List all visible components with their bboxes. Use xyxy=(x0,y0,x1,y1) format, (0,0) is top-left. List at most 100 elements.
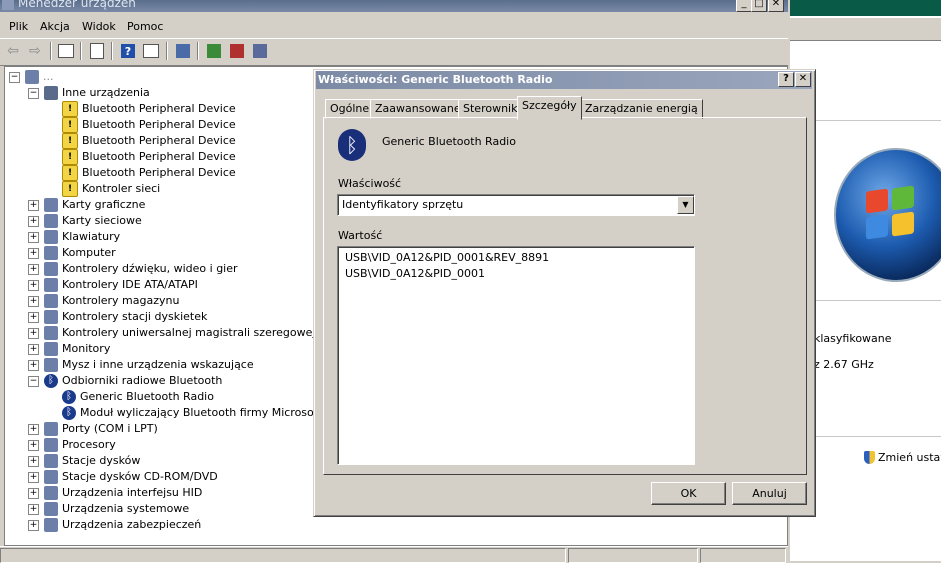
tree-item[interactable]: + Monitory xyxy=(28,341,110,357)
property-select[interactable]: Identyfikatory sprzętu xyxy=(337,194,695,216)
list-item[interactable]: USB\VID_0A12&PID_0001&REV_8891 xyxy=(345,251,549,264)
tree-root[interactable]: − ... xyxy=(9,69,54,85)
monitor-icon xyxy=(44,342,58,356)
tree-item[interactable]: ᛒ Moduł wyliczający Bluetooth firmy Micro… xyxy=(47,405,322,421)
expand-icon[interactable]: + xyxy=(28,263,39,275)
expand-icon[interactable]: + xyxy=(28,279,39,291)
dialog-close-button[interactable]: ✕ xyxy=(795,72,811,87)
change-settings-link[interactable]: Zmień ustawi xyxy=(864,451,941,464)
disable-icon xyxy=(253,44,267,58)
tree-item[interactable]: − Inne urządzenia xyxy=(28,85,150,101)
expand-icon[interactable]: + xyxy=(28,327,39,339)
view-button[interactable] xyxy=(142,42,160,60)
tree-item-label: Bluetooth Peripheral Device xyxy=(82,102,236,115)
tree-item[interactable]: + Karty graficzne xyxy=(28,197,145,213)
computer-icon xyxy=(25,70,39,84)
tree-item[interactable]: + Mysz i inne urządzenia wskazujące xyxy=(28,357,254,373)
tree-item[interactable]: − ᛒ Odbiorniki radiowe Bluetooth xyxy=(28,373,222,389)
forward-button[interactable]: ⇨ xyxy=(26,42,44,60)
tree-item[interactable]: ! Bluetooth Peripheral Device xyxy=(47,101,236,117)
dialog-titlebar: Właściwości: Generic Bluetooth Radio xyxy=(316,71,812,89)
tab-szczegoly[interactable]: Szczegóły xyxy=(517,96,582,120)
back-button[interactable]: ⇦ xyxy=(4,42,22,60)
tree-item[interactable]: + Komputer xyxy=(28,245,116,261)
ok-button[interactable]: OK xyxy=(651,482,726,505)
tree-item[interactable]: + Procesory xyxy=(28,437,116,453)
tree-item-label: Karty sieciowe xyxy=(62,214,142,227)
tab-ogolne[interactable]: Ogólne xyxy=(325,99,375,119)
list-item[interactable]: USB\VID_0A12&PID_0001 xyxy=(345,267,485,280)
tree-item[interactable]: + Urządzenia systemowe xyxy=(28,501,189,517)
tree-item[interactable]: + Stacje dysków xyxy=(28,453,140,469)
warning-device-icon: ! xyxy=(62,101,78,117)
tree-item[interactable]: + Kontrolery uniwersalnej magistrali szer… xyxy=(28,325,315,341)
tree-item-label: Kontrolery dźwięku, wideo i gier xyxy=(62,262,238,275)
warning-device-icon: ! xyxy=(62,117,78,133)
chevron-down-icon[interactable]: ▼ xyxy=(677,196,694,214)
show-hide-tree-button[interactable] xyxy=(57,42,75,60)
close-button[interactable]: ✕ xyxy=(768,0,784,12)
tree-item[interactable]: ! Bluetooth Peripheral Device xyxy=(47,165,236,181)
expand-icon[interactable]: + xyxy=(28,519,39,531)
collapse-icon[interactable]: − xyxy=(9,71,20,83)
scan-hardware-button[interactable] xyxy=(174,42,192,60)
tab-zarzadzanie-energia[interactable]: Zarządzanie energią xyxy=(580,99,703,119)
properties-button[interactable] xyxy=(88,42,106,60)
uninstall-icon xyxy=(230,44,244,58)
menu-akcja[interactable]: Akcja xyxy=(40,20,70,33)
collapse-icon[interactable]: − xyxy=(28,87,39,99)
tree-item[interactable]: + Kontrolery stacji dyskietek xyxy=(28,309,207,325)
tree-item[interactable]: ! Kontroler sieci xyxy=(47,181,160,197)
expand-icon[interactable]: + xyxy=(28,487,39,499)
menu-widok[interactable]: Widok xyxy=(82,20,116,33)
tree-item[interactable]: + Urządzenia interfejsu HID xyxy=(28,485,202,501)
menu-pomoc[interactable]: Pomoc xyxy=(127,20,163,33)
expand-icon[interactable]: + xyxy=(28,471,39,483)
collapse-icon[interactable]: − xyxy=(28,375,39,387)
tree-item-label: Porty (COM i LPT) xyxy=(62,422,158,435)
menu-plik[interactable]: Plik xyxy=(9,20,28,33)
tree-item[interactable]: ! Bluetooth Peripheral Device xyxy=(47,133,236,149)
ide-controller-icon xyxy=(44,278,58,292)
tree-item[interactable]: + Stacje dysków CD-ROM/DVD xyxy=(28,469,218,485)
expand-icon[interactable]: + xyxy=(28,199,39,211)
value-list[interactable]: USB\VID_0A12&PID_0001&REV_8891 USB\VID_0… xyxy=(337,246,695,465)
tree-item[interactable]: + Porty (COM i LPT) xyxy=(28,421,158,437)
tree-item[interactable]: + Kontrolery dźwięku, wideo i gier xyxy=(28,261,238,277)
minimize-button[interactable]: _ xyxy=(736,0,752,12)
tree-item[interactable]: + Karty sieciowe xyxy=(28,213,142,229)
tree-item[interactable]: + Urządzenia zabezpieczeń xyxy=(28,517,201,533)
tree-item[interactable]: + Kontrolery IDE ATA/ATAPI xyxy=(28,277,198,293)
expand-icon[interactable]: + xyxy=(28,231,39,243)
update-driver-button[interactable] xyxy=(205,42,223,60)
tree-item-label: Kontrolery IDE ATA/ATAPI xyxy=(62,278,198,291)
tree-item[interactable]: ᛒ Generic Bluetooth Radio xyxy=(47,389,214,405)
uninstall-button[interactable] xyxy=(228,42,246,60)
tree-item[interactable]: + Klawiatury xyxy=(28,229,120,245)
tab-sterownik[interactable]: Sterownik xyxy=(458,99,523,119)
console-tree-icon xyxy=(58,44,74,58)
maximize-button[interactable]: □ xyxy=(751,0,767,12)
tree-item[interactable]: + Kontrolery magazynu xyxy=(28,293,179,309)
tab-zaawansowane[interactable]: Zaawansowane xyxy=(370,99,466,119)
expand-icon[interactable]: + xyxy=(28,423,39,435)
tree-item-label: Kontrolery magazynu xyxy=(62,294,180,307)
expand-icon[interactable]: + xyxy=(28,311,39,323)
expand-icon[interactable]: + xyxy=(28,343,39,355)
expand-icon[interactable]: + xyxy=(28,215,39,227)
cancel-button[interactable]: Anuluj xyxy=(732,482,807,505)
expand-icon[interactable]: + xyxy=(28,503,39,515)
expand-icon[interactable]: + xyxy=(28,455,39,467)
expand-icon[interactable]: + xyxy=(28,359,39,371)
tree-item-label: Komputer xyxy=(62,246,116,259)
expand-icon[interactable]: + xyxy=(28,439,39,451)
help-button[interactable]: ? xyxy=(119,42,137,60)
keyboard-icon xyxy=(44,230,58,244)
expand-icon[interactable]: + xyxy=(28,247,39,259)
tree-item[interactable]: ! Bluetooth Peripheral Device xyxy=(47,149,236,165)
tree-item[interactable]: ! Bluetooth Peripheral Device xyxy=(47,117,236,133)
disable-button[interactable] xyxy=(251,42,269,60)
dialog-help-button[interactable]: ? xyxy=(778,72,794,87)
expand-icon[interactable]: + xyxy=(28,295,39,307)
help-icon: ? xyxy=(121,44,135,58)
